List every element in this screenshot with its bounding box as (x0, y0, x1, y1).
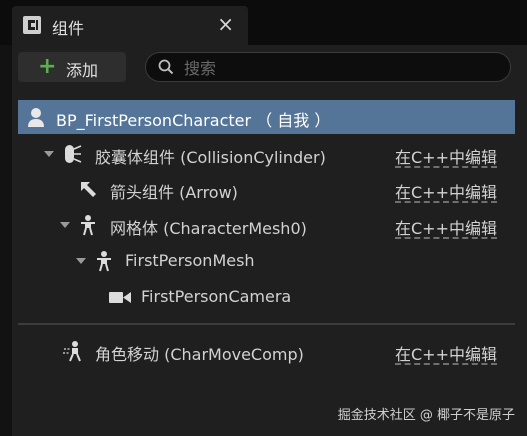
tab-components[interactable]: 组件 × (12, 6, 248, 45)
tree-row-label: BP_FirstPersonCharacter （ 自我 ） (56, 111, 331, 130)
tree-row-mesh[interactable]: 网格体 (CharacterMesh0) 在C++中编辑 (18, 208, 515, 242)
pawn-icon (28, 108, 44, 127)
movement-icon (63, 341, 81, 362)
edit-in-cpp-link[interactable]: 在C++中编辑 (395, 341, 497, 365)
search-icon (158, 59, 174, 75)
tab-title: 组件 (52, 19, 85, 38)
edit-in-cpp-link[interactable]: 在C++中编辑 (395, 179, 497, 203)
tab-bar: 组件 × (0, 0, 527, 45)
collapse-arrow-icon[interactable] (60, 222, 70, 228)
tree-row-label: 网格体 (CharacterMesh0) (110, 219, 307, 238)
tree-row-movement[interactable]: 角色移动 (CharMoveComp) 在C++中编辑 (18, 334, 515, 368)
search-box[interactable] (145, 52, 511, 82)
tree-row-first-person-mesh[interactable]: FirstPersonMesh (18, 244, 515, 278)
tree-row-label: 胶囊体组件 (CollisionCylinder) (95, 148, 326, 167)
skeletal-mesh-icon (81, 215, 95, 236)
watermark: 掘金技术社区 @ 椰子不是原子 (337, 408, 515, 423)
close-icon[interactable]: × (217, 12, 234, 36)
tree-row-label: 角色移动 (CharMoveComp) (95, 345, 304, 364)
capsule-icon (65, 145, 82, 163)
tree-row-label: FirstPersonCamera (141, 287, 292, 306)
camera-icon (109, 292, 131, 303)
collapse-arrow-icon[interactable] (44, 151, 54, 157)
tree-row-root[interactable]: BP_FirstPersonCharacter （ 自我 ） (18, 100, 515, 134)
tree-divider (18, 323, 515, 325)
tree-row-first-person-camera[interactable]: FirstPersonCamera (18, 280, 515, 314)
add-button-label: 添加 (66, 61, 99, 80)
tree-row-label: 箭头组件 (Arrow) (110, 183, 238, 202)
add-button[interactable]: + 添加 (18, 52, 126, 82)
plus-icon: + (38, 54, 57, 79)
edit-in-cpp-link[interactable]: 在C++中编辑 (395, 215, 497, 239)
blueprint-tab-icon (23, 16, 41, 34)
search-input[interactable] (182, 56, 486, 80)
edit-in-cpp-link[interactable]: 在C++中编辑 (395, 144, 497, 168)
arrow-icon (81, 182, 96, 197)
tree-row-capsule[interactable]: 胶囊体组件 (CollisionCylinder) 在C++中编辑 (18, 137, 515, 171)
skeletal-mesh-icon (97, 251, 111, 272)
tree-row-arrow[interactable]: 箭头组件 (Arrow) 在C++中编辑 (18, 172, 515, 206)
collapse-arrow-icon[interactable] (76, 258, 86, 264)
tree-row-label: FirstPersonMesh (125, 251, 255, 270)
